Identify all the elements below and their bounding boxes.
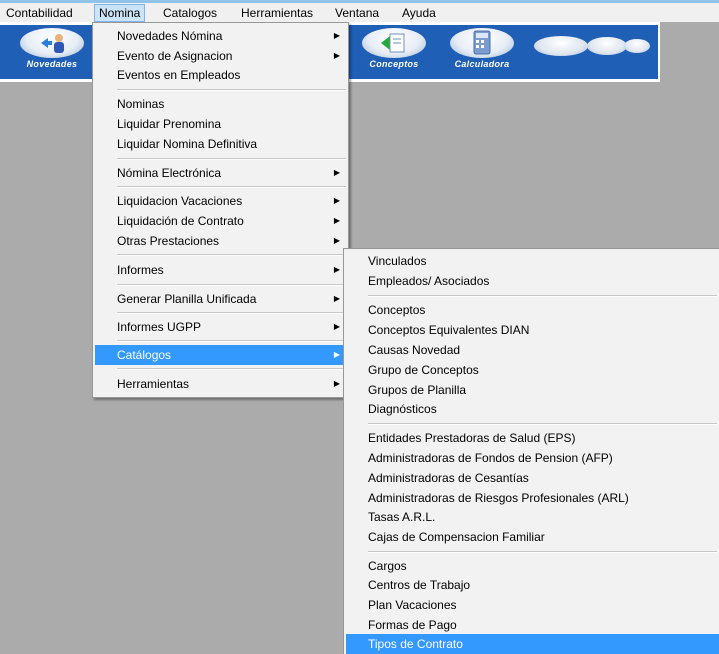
separator — [368, 295, 717, 297]
menu-item-empleados-asociados[interactable]: Empleados/ Asociados — [346, 271, 717, 291]
menu-item-cajas-compensacion[interactable]: Cajas de Compensacion Familiar — [346, 527, 717, 547]
item-label: Liquidación de Contrato — [117, 214, 244, 228]
item-label: Evento de Asignacion — [117, 49, 233, 63]
menu-item-conceptos-dian[interactable]: Conceptos Equivalentes DIAN — [346, 320, 717, 340]
nomina-dropdown: Novedades Nómina ▶ Evento de Asignacion ▶ … — [92, 22, 349, 398]
submenu-arrow-icon: ▶ — [333, 196, 340, 205]
menu-item-diagnosticos[interactable]: Diagnósticos — [346, 399, 717, 419]
person-arrow-icon — [41, 34, 64, 53]
toolbar-button-blank-1[interactable] — [534, 36, 588, 56]
menu-nomina[interactable]: Nomina — [94, 4, 146, 22]
menu-item-liquidar-prenomina[interactable]: Liquidar Prenomina — [95, 114, 346, 134]
submenu-arrow-icon: ▶ — [333, 216, 340, 225]
menu-item-conceptos[interactable]: Conceptos — [346, 300, 717, 320]
submenu-arrow-icon: ▶ — [333, 31, 340, 40]
menu-item-grupo-conceptos[interactable]: Grupo de Conceptos — [346, 360, 717, 380]
item-label: Novedades Nómina — [117, 29, 223, 43]
menu-catalogos[interactable]: Catalogos — [159, 4, 221, 22]
menu-item-causas-novedad[interactable]: Causas Novedad — [346, 340, 717, 360]
menu-item-novedades-nomina[interactable]: Novedades Nómina ▶ — [95, 26, 346, 46]
menu-contabilidad[interactable]: Contabilidad — [2, 4, 77, 22]
menu-item-informes-ugpp[interactable]: Informes UGPP ▶ — [95, 317, 346, 337]
separator — [117, 89, 346, 91]
menu-item-herramientas[interactable]: Herramientas ▶ — [95, 374, 346, 394]
separator — [117, 158, 346, 160]
item-label: Nómina Electrónica — [117, 166, 222, 180]
item-label: Otras Prestaciones — [117, 234, 220, 248]
toolbar-button-blank-2[interactable] — [587, 37, 627, 55]
submenu-arrow-icon: ▶ — [333, 265, 340, 274]
separator — [368, 423, 717, 425]
menu-item-plan-vacaciones[interactable]: Plan Vacaciones — [346, 595, 717, 615]
item-label: Liquidacion Vacaciones — [117, 194, 243, 208]
submenu-arrow-icon: ▶ — [333, 236, 340, 245]
separator — [117, 186, 346, 188]
item-label: Generar Planilla Unificada — [117, 292, 257, 306]
separator — [117, 340, 346, 342]
menu-ayuda[interactable]: Ayuda — [398, 4, 440, 22]
item-label: Informes UGPP — [117, 320, 202, 334]
document-arrow-icon — [381, 33, 405, 53]
calculator-icon — [473, 30, 491, 55]
menu-item-tasas-arl[interactable]: Tasas A.R.L. — [346, 507, 717, 527]
submenu-arrow-icon: ▶ — [333, 379, 340, 388]
separator — [117, 284, 346, 286]
novedades-button[interactable]: Novedades — [14, 26, 90, 74]
menu-item-otras-prestaciones[interactable]: Otras Prestaciones ▶ — [95, 231, 346, 251]
menu-item-catalogos[interactable]: Catálogos ▶ — [95, 345, 346, 365]
menu-item-liquidacion-vacaciones[interactable]: Liquidacion Vacaciones ▶ — [95, 191, 346, 211]
conceptos-label: Conceptos — [369, 59, 419, 69]
menu-bar: Contabilidad Nomina Catalogos Herramient… — [0, 0, 719, 22]
novedades-label: Novedades — [26, 59, 78, 69]
menu-item-arl[interactable]: Administradoras de Riesgos Profesionales… — [346, 488, 717, 508]
menu-item-centros-trabajo[interactable]: Centros de Trabajo — [346, 575, 717, 595]
menu-item-afp[interactable]: Administradoras de Fondos de Pension (AF… — [346, 448, 717, 468]
item-label: Herramientas — [117, 377, 190, 391]
menu-item-evento-asignacion[interactable]: Evento de Asignacion ▶ — [95, 46, 346, 66]
submenu-arrow-icon: ▶ — [333, 350, 340, 359]
menu-item-liquidacion-contrato[interactable]: Liquidación de Contrato ▶ — [95, 211, 346, 231]
calculadora-button[interactable]: Calculadora — [444, 26, 520, 74]
menu-item-grupos-planilla[interactable]: Grupos de Planilla — [346, 380, 717, 400]
menu-item-generar-planilla[interactable]: Generar Planilla Unificada ▶ — [95, 289, 346, 309]
item-label: Catálogos — [117, 348, 172, 362]
menu-item-cesantias[interactable]: Administradoras de Cesantías — [346, 468, 717, 488]
item-label: Informes — [117, 263, 164, 277]
menu-item-nomina-electronica[interactable]: Nómina Electrónica ▶ — [95, 163, 346, 183]
submenu-arrow-icon: ▶ — [333, 322, 340, 331]
menu-item-liquidar-definitiva[interactable]: Liquidar Nomina Definitiva — [95, 134, 346, 154]
calculadora-label: Calculadora — [454, 59, 510, 69]
menu-item-eventos-empleados[interactable]: Eventos en Empleados — [95, 65, 346, 85]
toolbar-button-blank-3[interactable] — [624, 39, 650, 53]
menu-item-nominas[interactable]: Nominas — [95, 94, 346, 114]
menu-item-informes[interactable]: Informes ▶ — [95, 260, 346, 280]
separator — [117, 254, 346, 256]
submenu-arrow-icon: ▶ — [333, 51, 340, 60]
separator — [368, 551, 717, 553]
separator — [117, 312, 346, 314]
menu-herramientas[interactable]: Herramientas — [237, 4, 317, 22]
submenu-arrow-icon: ▶ — [333, 294, 340, 303]
conceptos-button[interactable]: Conceptos — [356, 26, 432, 74]
menu-item-formas-pago[interactable]: Formas de Pago — [346, 615, 717, 635]
menu-ventana[interactable]: Ventana — [331, 4, 383, 22]
menu-item-vinculados[interactable]: Vinculados — [346, 251, 717, 271]
submenu-arrow-icon: ▶ — [333, 168, 340, 177]
catalogos-submenu: Vinculados Empleados/ Asociados Concepto… — [343, 248, 719, 654]
menu-item-cargos[interactable]: Cargos — [346, 556, 717, 576]
menu-item-eps[interactable]: Entidades Prestadoras de Salud (EPS) — [346, 428, 717, 448]
menu-item-tipos-contrato[interactable]: Tipos de Contrato — [346, 634, 719, 654]
separator — [117, 368, 346, 370]
